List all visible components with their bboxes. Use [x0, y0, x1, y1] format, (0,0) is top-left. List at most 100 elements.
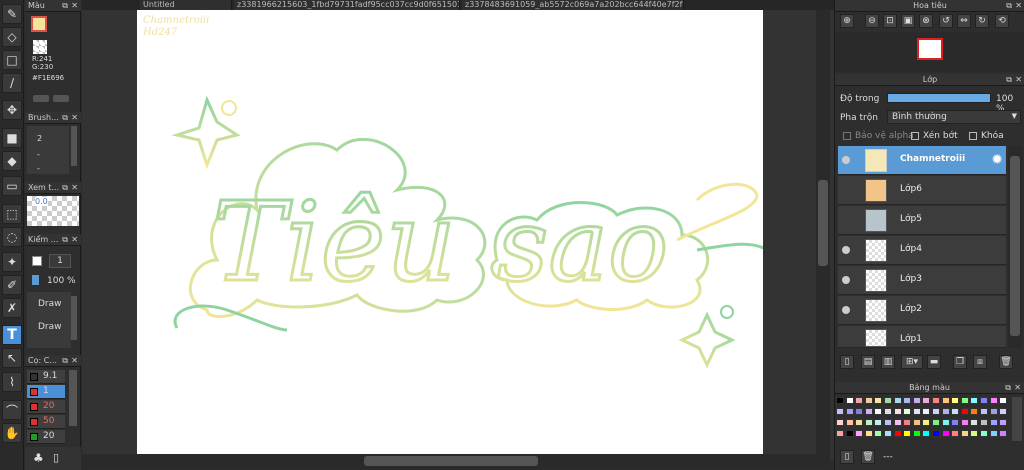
co-item[interactable]: 20	[27, 430, 65, 444]
palette-swatch[interactable]	[903, 397, 912, 404]
folder-icon[interactable]: ▬	[927, 355, 941, 369]
check-value-field[interactable]: 1	[49, 254, 71, 268]
palette-swatch[interactable]	[980, 419, 988, 426]
palette-swatch[interactable]	[855, 408, 864, 415]
popout-icon[interactable]: ⧉	[1006, 74, 1012, 85]
co-item[interactable]: 9.1	[27, 370, 65, 384]
palette-swatch[interactable]	[884, 397, 892, 404]
popout-icon[interactable]: ⧉	[1006, 0, 1012, 11]
palette-swatch[interactable]	[932, 419, 940, 426]
palette-swatch[interactable]	[845, 419, 854, 426]
close-icon[interactable]: ✕	[71, 182, 78, 193]
brush-size-item[interactable]: -	[37, 164, 40, 173]
new-palette-icon[interactable]: ▯	[840, 450, 854, 464]
layer-row[interactable]: Lớp5	[838, 206, 1006, 235]
palette-swatch[interactable]	[980, 408, 988, 415]
palette-swatch[interactable]	[980, 397, 988, 404]
close-icon[interactable]: ✕	[71, 234, 78, 245]
brush-size-list[interactable]: 2 - -	[27, 126, 69, 174]
hand-tool-icon[interactable]: ✋	[2, 423, 22, 443]
layer-row[interactable]: Chamnetroiii ✹	[838, 146, 1006, 175]
zoom-reset-icon[interactable]: ⊗	[919, 14, 933, 28]
clip-checkbox[interactable]	[911, 132, 919, 140]
zoom-in-icon[interactable]: ⊕	[840, 14, 854, 28]
blend-select[interactable]: Bình thường ▼	[887, 110, 1021, 124]
close-icon[interactable]: ✕	[1015, 74, 1022, 85]
canvas[interactable]: Chamnetroiii Hd247 Tiêu sao	[137, 10, 763, 454]
palette-swatch[interactable]	[884, 408, 892, 415]
palette-swatch[interactable]	[912, 408, 921, 415]
pen-tool-icon[interactable]: ∕	[2, 73, 22, 93]
palette-swatch[interactable]	[989, 430, 998, 437]
palette-swatch[interactable]	[864, 430, 873, 437]
palette-swatch[interactable]	[903, 419, 912, 426]
new-layer-8bit-icon[interactable]: ▤	[861, 355, 875, 369]
color-options-button-2[interactable]	[53, 95, 69, 102]
palette-swatch[interactable]	[960, 408, 969, 415]
layer-row[interactable]: Lớp2	[838, 296, 1006, 325]
palette-swatch[interactable]	[864, 408, 873, 415]
opacity-slider[interactable]	[887, 93, 991, 103]
palette-swatch[interactable]	[903, 408, 912, 415]
palette-swatch[interactable]	[999, 397, 1008, 404]
palette-swatch[interactable]	[970, 397, 979, 404]
popout-icon[interactable]: ⧉	[62, 0, 68, 11]
palette-swatch[interactable]	[970, 419, 979, 426]
check-scrollbar[interactable]	[71, 296, 77, 340]
palette-swatch[interactable]	[960, 397, 969, 404]
brush-tool-icon[interactable]: ✎	[2, 4, 22, 24]
palette-swatch[interactable]	[864, 419, 873, 426]
palette-swatch[interactable]	[912, 430, 921, 437]
palette-swatch[interactable]	[874, 430, 883, 437]
palette-swatch[interactable]	[893, 397, 902, 404]
palette-swatch[interactable]	[912, 419, 921, 426]
co-item[interactable]: 50	[27, 415, 65, 429]
palette-swatch[interactable]	[893, 430, 902, 437]
palette-scrollbar[interactable]	[1012, 397, 1022, 441]
palette-swatch[interactable]	[932, 430, 940, 437]
palette-swatch[interactable]	[989, 408, 998, 415]
brush-size-item[interactable]: -	[37, 150, 40, 159]
palette-swatch[interactable]	[941, 419, 950, 426]
palette-swatch[interactable]	[999, 408, 1008, 415]
palette-swatch[interactable]	[922, 419, 931, 426]
palette-swatch[interactable]	[932, 408, 940, 415]
palette-swatch[interactable]	[855, 430, 864, 437]
palette-swatch[interactable]	[980, 430, 988, 437]
close-icon[interactable]: ✕	[71, 112, 78, 123]
canvas-vscroll[interactable]	[816, 10, 830, 454]
gear-icon[interactable]: ✹	[991, 152, 1003, 168]
reset-view-icon[interactable]: ⟲	[995, 14, 1009, 28]
palette-swatch[interactable]	[922, 430, 931, 437]
palette-swatch[interactable]	[989, 419, 998, 426]
protect-alpha-checkbox[interactable]	[843, 132, 851, 140]
palette-swatch[interactable]	[999, 419, 1008, 426]
palette-swatch[interactable]	[970, 408, 979, 415]
palette-swatch[interactable]	[855, 419, 864, 426]
canvas-hscroll[interactable]	[82, 454, 830, 468]
navigator-preview[interactable]	[835, 32, 1024, 72]
palette-swatch[interactable]	[874, 397, 883, 404]
delete-palette-icon[interactable]: 🗑	[861, 450, 875, 464]
close-icon[interactable]: ✕	[71, 355, 78, 366]
palette-swatch[interactable]	[951, 408, 960, 415]
palette-swatch[interactable]	[845, 408, 854, 415]
tab-image-2[interactable]: z3378483691059_ab5572c069a7a202bcc644f40…	[462, 0, 684, 10]
layer-row[interactable]: Lớp1	[838, 326, 1006, 348]
magic-wand-tool-icon[interactable]: ✦	[2, 252, 22, 272]
layer-scrollbar-thumb[interactable]	[1010, 156, 1020, 336]
text-tool-icon[interactable]: T	[2, 325, 22, 345]
zoom-actual-icon[interactable]: ▣	[901, 14, 915, 28]
eye-icon[interactable]	[842, 156, 850, 164]
palette-swatch[interactable]	[951, 430, 960, 437]
check-color-swatch[interactable]	[32, 256, 42, 266]
lock-checkbox[interactable]	[969, 132, 977, 140]
eraser-tool-icon[interactable]: ◇	[2, 27, 22, 47]
palette-swatch[interactable]	[960, 430, 969, 437]
new-layer-icon[interactable]: ▯	[840, 355, 854, 369]
tab-image-1[interactable]: z3381966215603_1fbd79731fadf95cc037cc9d0…	[234, 0, 460, 10]
fill-rect-tool-icon[interactable]: ■	[2, 128, 22, 148]
gradient-tool-icon[interactable]: ▭	[2, 176, 22, 196]
popout-icon[interactable]: ⧉	[1005, 382, 1011, 393]
check-list[interactable]: Draw Draw	[27, 292, 71, 348]
